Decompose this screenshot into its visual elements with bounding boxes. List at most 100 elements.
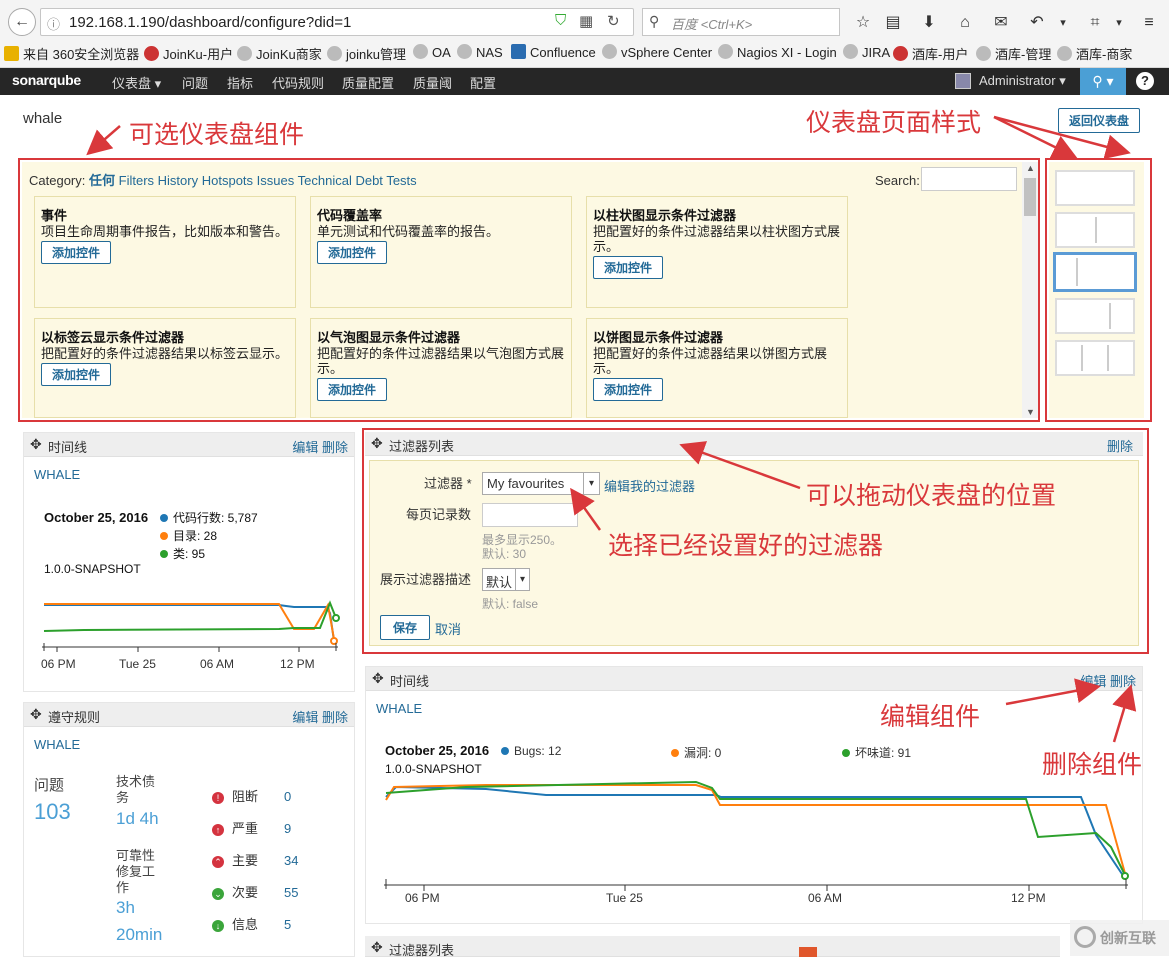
url-text: 192.168.1.190/dashboard/configure?did=1 — [69, 14, 352, 31]
widget-title: 时间线 — [48, 440, 88, 455]
pie-chart-icon — [799, 947, 817, 957]
bookmark-item[interactable]: vSphere Center — [602, 44, 712, 60]
menu-icon[interactable]: ≡ — [1138, 12, 1160, 34]
legend-item: 代码行数: 5,787 — [160, 509, 258, 527]
timeline-version: 1.0.0-SNAPSHOT — [44, 562, 141, 576]
delete-link[interactable]: 删除 — [1110, 674, 1136, 689]
download-icon[interactable]: ⬇ — [918, 12, 940, 34]
shield-icon[interactable]: ⛉ — [555, 12, 566, 29]
bookmarks-bar: 来自 360安全浏览器 JoinKu-用户 JoinKu商家 joinku管理 … — [0, 42, 1169, 64]
widget-header[interactable]: ✥ 时间线 编辑 删除 — [366, 667, 1142, 691]
move-icon[interactable]: ✥ — [30, 706, 42, 723]
nav-rules[interactable]: 代码规则 — [272, 73, 324, 92]
bookmark-item[interactable]: 来自 360安全浏览器 — [4, 44, 139, 63]
legend-item: Bugs: 12 — [501, 744, 561, 758]
widget-title: 遵守规则 — [48, 710, 101, 725]
delete-link[interactable]: 删除 — [322, 440, 348, 455]
crop-icon[interactable]: ⌗ — [1084, 12, 1106, 34]
x-tick-label: 12 PM — [280, 657, 315, 671]
bookmark-item[interactable]: Confluence — [511, 44, 596, 60]
severity-major: ⌃ 主要 34 — [212, 845, 298, 877]
watermark: 创新互联 — [1070, 920, 1169, 956]
minor-icon: ⌄ — [212, 888, 224, 900]
timeline-widget: ✥ 时间线 编辑 删除 WHALE October 25, 2016 1.0.0… — [365, 666, 1143, 924]
nav-quality-gates[interactable]: 质量阈 — [413, 73, 452, 92]
help-icon[interactable]: ? — [1136, 72, 1154, 90]
bookmark-item[interactable]: JIRA — [843, 44, 890, 60]
x-tick-label: 12 PM — [1011, 891, 1046, 905]
timeline-widget: ✥ 时间线 编辑 删除 WHALE October 25, 2016 1.0.0… — [23, 432, 355, 692]
bookmark-item[interactable]: 酒库-用户 — [893, 44, 968, 63]
back-arrow-icon[interactable]: ← — [8, 8, 36, 36]
browser-search-box[interactable]: ⚲ 百度 <Ctrl+K> — [642, 8, 840, 36]
arrow — [86, 125, 121, 156]
major-icon: ⌃ — [212, 856, 224, 868]
nav-administration[interactable]: 配置 — [470, 73, 496, 92]
address-bar[interactable]: ⓘ 192.168.1.190/dashboard/configure?did=… — [40, 8, 634, 36]
bookmark-item[interactable]: NAS — [457, 44, 503, 60]
bookmark-item[interactable]: 酒库-管理 — [976, 44, 1051, 63]
reliability-value[interactable]: 20min — [116, 925, 162, 945]
page-title: whale — [23, 110, 63, 127]
bookmark-item[interactable]: 酒库-商家 — [1057, 44, 1132, 63]
project-link[interactable]: WHALE — [34, 467, 80, 482]
edit-link[interactable]: 编辑 — [292, 440, 318, 455]
user-menu[interactable]: Administrator ▾ — [979, 73, 1066, 89]
bookmark-item[interactable]: Nagios XI - Login — [718, 44, 837, 60]
bookmark-item[interactable]: OA — [413, 44, 451, 60]
widget-header[interactable]: ✥ 过滤器列表 — [365, 936, 1060, 958]
chevron-down-icon[interactable]: ▾ — [1108, 12, 1130, 34]
severity-minor: ⌄ 次要 55 — [212, 877, 298, 909]
nav-issues[interactable]: 问题 — [182, 73, 208, 92]
info-icon: ↓ — [212, 920, 224, 932]
annotation-text: 选择已经设置好的过滤器 — [608, 532, 884, 560]
timeline-legend: 代码行数: 5,787 目录: 28 类: 95 — [160, 509, 258, 563]
edit-link[interactable]: 编辑 — [292, 710, 318, 725]
bookmark-item[interactable]: joinku管理 — [327, 44, 406, 63]
qr-code-icon[interactable]: ▦ — [579, 12, 593, 30]
timeline-date: October 25, 2016 — [385, 743, 490, 758]
sonarqube-logo[interactable]: sonarqube — [12, 72, 81, 88]
bookmark-item[interactable]: JoinKu商家 — [237, 44, 322, 63]
blocker-icon: ! — [212, 792, 224, 804]
widget-header[interactable]: ✥ 时间线 编辑 删除 — [24, 433, 354, 457]
delete-link[interactable]: 删除 — [322, 710, 348, 725]
browser-chrome: ← ⓘ 192.168.1.190/dashboard/configure?di… — [0, 0, 1169, 68]
search-button[interactable]: ⚲ ▾ — [1080, 68, 1126, 95]
bookmark-item[interactable]: JoinKu-用户 — [144, 44, 233, 63]
nav-measures[interactable]: 指标 — [227, 73, 253, 92]
reliability-value[interactable]: 3h — [116, 898, 135, 918]
annotation-box — [1045, 158, 1152, 422]
severity-critical: ↑ 严重 9 — [212, 813, 291, 845]
widget-header[interactable]: ✥ 遵守规则 编辑 删除 — [24, 703, 354, 727]
home-icon[interactable]: ⌂ — [954, 12, 976, 34]
info-icon: ⓘ — [47, 17, 61, 32]
debt-value[interactable]: 1d 4h — [116, 809, 159, 829]
back-to-dashboard-button[interactable]: 返回仪表盘 — [1058, 108, 1141, 133]
star-icon[interactable]: ☆ — [852, 12, 874, 34]
edit-link[interactable]: 编辑 — [1080, 674, 1106, 689]
issues-count[interactable]: 103 — [34, 799, 71, 825]
move-icon[interactable]: ✥ — [372, 670, 384, 687]
timeline-chart — [384, 780, 1129, 891]
project-link[interactable]: WHALE — [376, 701, 422, 716]
search-icon: ⚲ — [649, 13, 660, 29]
legend-item: 漏洞: 0 — [671, 744, 721, 761]
move-icon[interactable]: ✥ — [371, 939, 383, 956]
annotation-text: 删除组件 — [1042, 751, 1143, 779]
severity-info: ↓ 信息 5 — [212, 909, 291, 941]
watermark-logo-icon — [1074, 926, 1096, 948]
move-icon[interactable]: ✥ — [30, 436, 42, 453]
series-line — [385, 785, 1125, 878]
chat-icon[interactable]: ✉ — [990, 12, 1012, 34]
refresh-icon[interactable]: ↻ — [607, 12, 620, 30]
nav-dashboards[interactable]: 仪表盘 ▾ — [112, 73, 161, 92]
legend-item: 目录: 28 — [160, 527, 258, 545]
chevron-down-icon[interactable]: ▾ — [1052, 12, 1074, 34]
undo-icon[interactable]: ↶ — [1026, 12, 1048, 34]
app-navbar: sonarqube 仪表盘 ▾ 问题 指标 代码规则 质量配置 质量阈 配置 A… — [0, 68, 1169, 95]
nav-quality-profiles[interactable]: 质量配置 — [342, 73, 394, 92]
x-tick-label: 06 PM — [405, 891, 440, 905]
project-link[interactable]: WHALE — [34, 737, 80, 752]
reading-list-icon[interactable]: ▤ — [882, 12, 904, 34]
